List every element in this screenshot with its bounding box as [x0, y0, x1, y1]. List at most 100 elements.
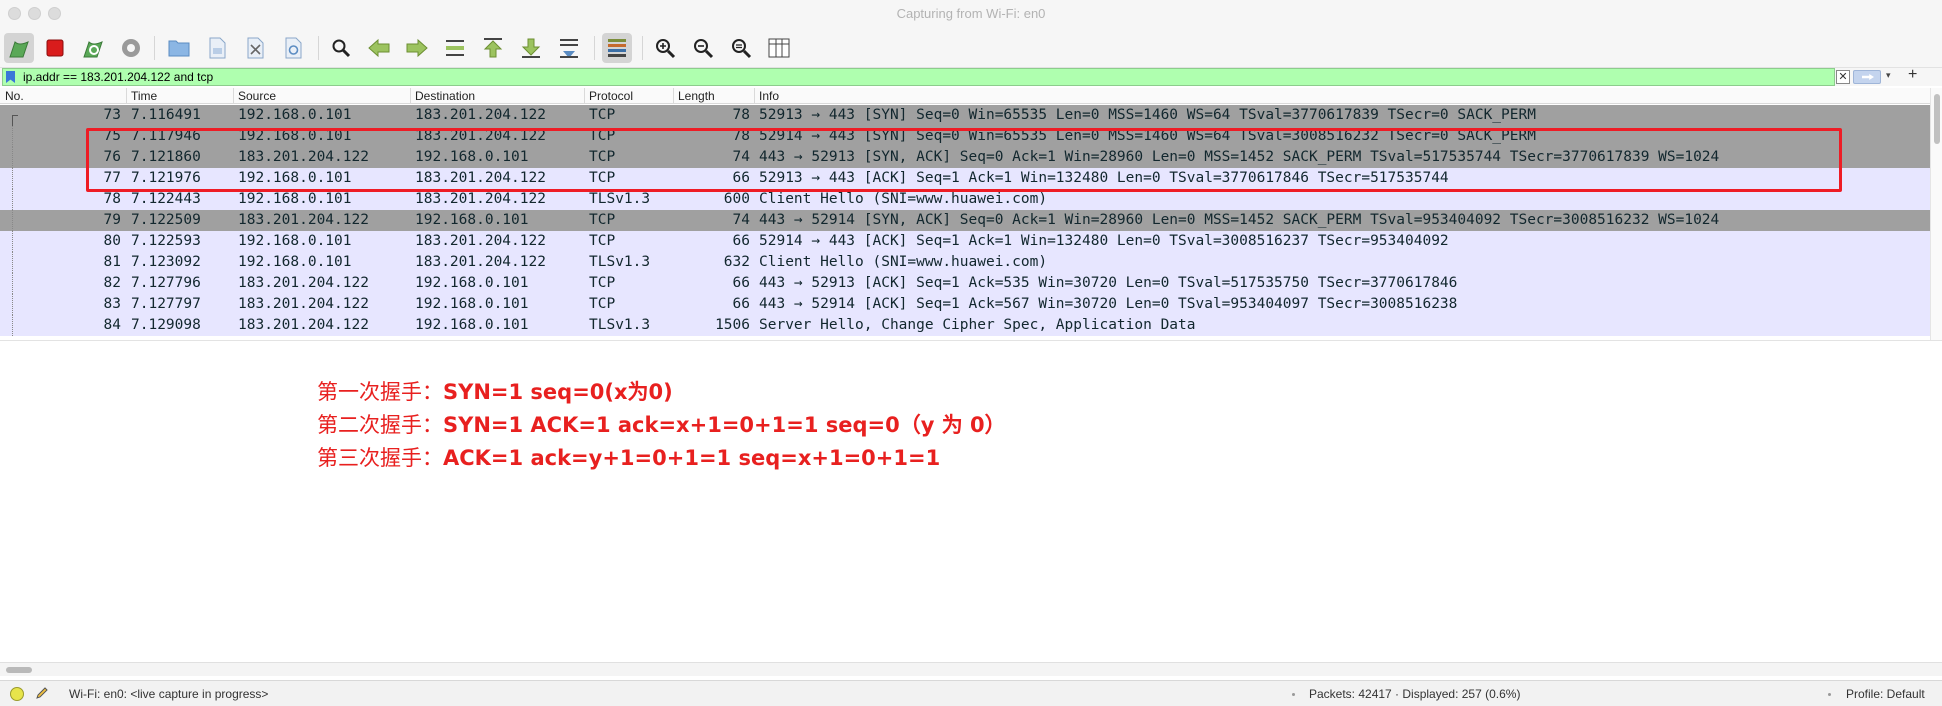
handshake-highlight-box [86, 128, 1842, 192]
filter-bookmark-icon[interactable] [6, 71, 15, 83]
apply-filter-button[interactable] [1853, 70, 1881, 84]
clear-filter-icon[interactable]: ✕ [1836, 70, 1850, 84]
find-packet-icon[interactable] [326, 33, 356, 63]
conversation-tree-line [12, 315, 13, 336]
packet-protocol: TCP [589, 212, 616, 228]
save-file-icon[interactable] [202, 33, 232, 63]
packet-length: 66 [732, 296, 750, 312]
packet-destination: 192.168.0.101 [415, 212, 529, 228]
packet-row[interactable]: 81 7.123092 192.168.0.101 183.201.204.122 TL… [0, 252, 1930, 273]
go-last-icon[interactable] [516, 33, 546, 63]
packet-source: 183.201.204.122 [238, 317, 369, 333]
start-capture-icon[interactable] [4, 33, 34, 63]
add-filter-button-icon[interactable]: + [1908, 66, 1917, 84]
packet-row[interactable]: 84 7.129098 183.201.204.122 192.168.0.101 TL… [0, 315, 1930, 336]
packet-row[interactable]: 79 7.122509 183.201.204.122 192.168.0.101 TC… [0, 210, 1930, 231]
filter-history-dropdown-icon[interactable]: ▾ [1886, 70, 1891, 81]
packet-time: 7.127797 [131, 296, 201, 312]
conversation-tree-line [12, 189, 13, 210]
conversation-tree-line [12, 294, 13, 315]
packet-protocol: TCP [589, 233, 616, 249]
packet-protocol: TLSv1.3 [589, 317, 651, 333]
packet-source: 192.168.0.101 [238, 233, 352, 249]
column-header-source[interactable]: Source [238, 89, 276, 103]
packet-protocol: TCP [589, 275, 616, 291]
resize-columns-icon[interactable] [764, 33, 794, 63]
conversation-tree-line [12, 231, 13, 252]
column-header-time[interactable]: Time [131, 89, 157, 103]
packet-number: 81 [103, 254, 121, 270]
restart-capture-icon[interactable] [78, 33, 108, 63]
go-to-packet-icon[interactable] [440, 33, 470, 63]
capture-options-icon[interactable] [116, 33, 146, 63]
open-file-icon[interactable] [164, 33, 194, 63]
packet-row[interactable]: 78 7.122443 192.168.0.101 183.201.204.122 TL… [0, 189, 1930, 210]
expert-info-led-icon[interactable] [10, 687, 24, 701]
conversation-tree-line [12, 115, 18, 126]
zoom-out-icon[interactable] [688, 33, 718, 63]
packet-source: 183.201.204.122 [238, 275, 369, 291]
column-header-destination[interactable]: Destination [415, 89, 475, 103]
packet-source: 183.201.204.122 [238, 296, 369, 312]
packet-info: 52913 → 443 [SYN] Seq=0 Win=65535 Len=0 … [759, 107, 1536, 123]
packet-list-vertical-scrollbar[interactable] [1930, 88, 1942, 340]
display-filter-bar: ip.addr == 183.201.204.122 and tcp ✕ ▾ + [0, 66, 1942, 86]
conversation-tree-line [12, 147, 13, 168]
packet-destination: 192.168.0.101 [415, 275, 529, 291]
annotation-body: SYN=1 seq=0(x为0) [443, 380, 673, 404]
packet-time: 7.116491 [131, 107, 201, 123]
close-file-icon[interactable] [240, 33, 270, 63]
pane-divider [0, 340, 1942, 341]
go-back-icon[interactable] [364, 33, 394, 63]
packet-number: 73 [103, 107, 121, 123]
toolbar-separator [154, 36, 155, 60]
display-filter-input[interactable]: ip.addr == 183.201.204.122 and tcp [2, 68, 1835, 86]
annotation-body: SYN=1 ACK=1 ack=x+1=0+1=1 seq=0（y 为 0） [443, 413, 1006, 437]
column-header-no[interactable]: No. [5, 89, 24, 103]
capture-status-text: Wi-Fi: en0: <live capture in progress> [69, 687, 269, 701]
packet-row[interactable]: 73 7.116491 192.168.0.101 183.201.204.122 TC… [0, 105, 1930, 126]
packet-time: 7.127796 [131, 275, 201, 291]
packet-number: 83 [103, 296, 121, 312]
packet-time: 7.129098 [131, 317, 201, 333]
title-bar: Capturing from Wi-Fi: en0 [0, 0, 1942, 28]
packet-time: 7.123092 [131, 254, 201, 270]
normal-size-icon[interactable] [726, 33, 756, 63]
main-toolbar [0, 28, 1942, 68]
packet-source: 192.168.0.101 [238, 107, 352, 123]
conversation-tree-line [12, 126, 13, 147]
packet-destination: 183.201.204.122 [415, 191, 546, 207]
colorize-icon[interactable] [602, 33, 632, 63]
packet-row[interactable]: 82 7.127796 183.201.204.122 192.168.0.101 TC… [0, 273, 1930, 294]
capture-comment-icon[interactable] [34, 685, 50, 701]
packet-source: 192.168.0.101 [238, 254, 352, 270]
packet-row[interactable]: 83 7.127797 183.201.204.122 192.168.0.101 TC… [0, 294, 1930, 315]
conversation-tree-line [12, 273, 13, 294]
go-first-icon[interactable] [478, 33, 508, 63]
packet-length: 78 [732, 107, 750, 123]
packet-time: 7.122593 [131, 233, 201, 249]
packet-row[interactable]: 80 7.122593 192.168.0.101 183.201.204.122 TC… [0, 231, 1930, 252]
annotation-third-handshake: 第三次握手：ACK=1 ack=y+1=0+1=1 seq=x+1=0+1=1 [317, 442, 940, 472]
horizontal-scrollbar[interactable] [0, 662, 1942, 676]
column-header-protocol[interactable]: Protocol [589, 89, 633, 103]
conversation-tree-line [12, 168, 13, 189]
packet-info: 443 → 52913 [ACK] Seq=1 Ack=535 Win=3072… [759, 275, 1458, 291]
column-header-length[interactable]: Length [678, 89, 715, 103]
window-title: Capturing from Wi-Fi: en0 [896, 6, 1046, 21]
go-forward-icon[interactable] [402, 33, 432, 63]
stop-capture-icon[interactable] [40, 33, 70, 63]
packet-protocol: TLSv1.3 [589, 191, 651, 207]
zoom-in-icon[interactable] [650, 33, 680, 63]
packet-info: 443 → 52914 [ACK] Seq=1 Ack=567 Win=3072… [759, 296, 1458, 312]
reload-file-icon[interactable] [278, 33, 308, 63]
annotation-prefix: 第二次握手： [317, 413, 443, 437]
packet-number: 79 [103, 212, 121, 228]
packet-info: 52914 → 443 [ACK] Seq=1 Ack=1 Win=132480… [759, 233, 1449, 249]
packet-length: 632 [723, 254, 750, 270]
auto-scroll-icon[interactable] [554, 33, 584, 63]
packet-destination: 183.201.204.122 [415, 233, 546, 249]
column-header-info[interactable]: Info [759, 89, 779, 103]
profile-text: Profile: Default [1846, 687, 1925, 701]
packet-list: No. Time Source Destination Protocol Len… [0, 88, 1942, 340]
